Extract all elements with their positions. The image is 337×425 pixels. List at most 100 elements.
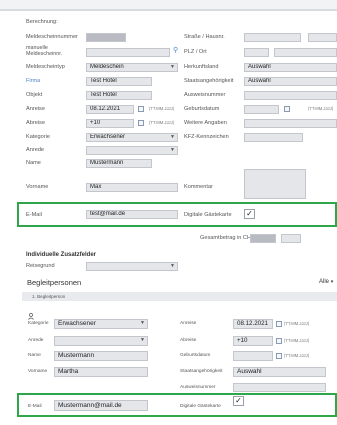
chevron-down-icon: ▼ (170, 134, 175, 140)
begleit-vorname-field[interactable]: Martha (54, 367, 148, 377)
geburtsdatum-field[interactable] (244, 105, 279, 114)
email-field[interactable]: test@mail.de (86, 210, 178, 219)
herkunftsland-label: Herkunftsland (184, 64, 219, 70)
top-header-bar (0, 0, 337, 9)
chevron-down-icon: ▾ (330, 279, 334, 285)
email-label: E-Mail (26, 212, 42, 218)
staatsangehoerigkeit-label: Staatsangehörigkeit (184, 78, 234, 84)
chevron-down-icon: ▼ (170, 64, 175, 70)
begleit-digitale-gaestekarte-checkbox[interactable]: ✓ (233, 396, 244, 406)
manuelle-meldescheinnr-label: manuelle Meldescheinnr. (26, 45, 63, 57)
digitale-gaestekarte-label: Digitale Gästekarte (184, 212, 232, 218)
gesamtbetrag-extra-field (281, 234, 301, 243)
search-icon[interactable]: ⚲ (173, 46, 178, 54)
begleit-anreise-label: Anreise (180, 321, 197, 326)
kommentar-label: Kommentar (184, 184, 213, 190)
begleit-name-label: Name (28, 353, 41, 358)
vorname-field[interactable]: Max (86, 183, 178, 192)
calendar-icon[interactable] (276, 338, 282, 344)
ausweisnummer-field[interactable] (244, 91, 337, 100)
begleit-staatsangehoerigkeit-label: Staatsangehörigkeit (180, 369, 223, 374)
objekt-label: Objekt (26, 92, 43, 98)
plz-label: PLZ / Ort (184, 49, 207, 55)
begleit-anrede-label: Anrede (28, 338, 44, 343)
chevron-down-icon: ▼ (170, 263, 175, 269)
digitale-gaestekarte-checkbox[interactable]: ✓ (244, 209, 255, 219)
hausnr-field[interactable] (308, 33, 337, 42)
alle-toggle[interactable]: Alle ▾ (319, 279, 333, 285)
firma-field[interactable]: Test Hotel (86, 77, 152, 86)
geburtsdatum-format-hint: (TT.MM.JJJJ) (308, 106, 334, 111)
begleit-digitale-gaestekarte-label: Digitale Gästekarte (180, 404, 221, 409)
gesamtbetrag-field (250, 234, 276, 243)
berechnung-label: Berechnung: (26, 19, 58, 25)
begleit-kategorie-select[interactable]: Erwachsener ▼ (54, 319, 148, 329)
begleitperson-row-header[interactable] (22, 292, 337, 301)
begleit-staatsangehoerigkeit-select[interactable]: Auswahl (233, 367, 326, 377)
vorname-label: Vorname (26, 184, 49, 190)
begleitperson-row-title: 1. Begleitperson (32, 294, 66, 299)
begleit-geburtsdatum-field[interactable] (233, 351, 273, 361)
begleit-ausweisnummer-field[interactable] (233, 383, 326, 392)
begleit-vorname-label: Vorname (28, 369, 48, 374)
calendar-icon[interactable] (138, 120, 144, 126)
begleit-anreise-field[interactable]: 08.12.2021 (233, 319, 273, 329)
objekt-field[interactable]: Test Hotel (86, 91, 152, 100)
person-add-icon[interactable] (28, 307, 35, 320)
plz-field[interactable] (244, 48, 269, 57)
reisegrund-select[interactable]: ▼ (86, 262, 178, 271)
staatsangehoerigkeit-select[interactable]: Auswahl (244, 77, 337, 86)
calendar-icon[interactable] (276, 353, 282, 359)
weitere-angaben-label: Weitere Angaben (184, 120, 227, 126)
weitere-angaben-field[interactable] (244, 119, 337, 128)
herkunftsland-select[interactable]: Auswahl (244, 63, 337, 72)
geburtsdatum-label: Geburtsdatum (184, 106, 220, 112)
chevron-down-icon: ▼ (170, 147, 175, 153)
abreise-field[interactable]: +10 (86, 119, 134, 128)
begleit-abreise-label: Abreise (180, 338, 197, 343)
meldescheintyp-label: Meldescheintyp (26, 64, 65, 70)
ort-field[interactable] (274, 48, 337, 57)
meldescheintyp-select[interactable]: Meldeschein ▼ (86, 63, 178, 72)
begleit-geburtsdatum-format-hint: (TT.MM.JJJJ) (284, 353, 310, 358)
begleit-kategorie-label: Kategorie (28, 321, 49, 326)
abreise-format-hint: (TT.MM.JJJJ) (149, 120, 175, 125)
begleit-email-label: E-Mail (28, 404, 42, 409)
calendar-icon[interactable] (284, 106, 290, 112)
name-field[interactable]: Mustermann (86, 159, 152, 168)
begleit-abreise-field[interactable]: +10 (233, 336, 273, 346)
begleit-anreise-format-hint: (TT.MM.JJJJ) (284, 321, 310, 326)
reisegrund-label: Reisegrund (26, 263, 55, 269)
anrede-label: Anrede (26, 147, 45, 153)
meldescheinnummer-field[interactable] (86, 33, 126, 42)
strasse-label: Straße / Hausnr. (184, 34, 225, 40)
name-label: Name (26, 160, 41, 166)
meldescheinnummer-label: Meldescheinnummer (26, 34, 78, 40)
abreise-label: Abreise (26, 120, 45, 126)
begleit-ausweisnummer-label: Ausweisnummer (180, 385, 216, 390)
chevron-down-icon: ▼ (140, 320, 145, 326)
firma-label: Firma (26, 78, 41, 84)
kfz-kennzeichen-label: KFZ-Kennzeichen (184, 134, 229, 140)
kfz-kennzeichen-field[interactable] (244, 133, 303, 142)
anreise-field[interactable]: 08.12.2021 (86, 105, 134, 114)
top-accent-line (0, 9, 337, 11)
zusatzfelder-heading: Individuelle Zusatzfelder (26, 252, 97, 258)
begleit-abreise-format-hint: (TT.MM.JJJJ) (284, 338, 310, 343)
anreise-label: Anreise (26, 106, 45, 112)
begleit-anrede-select[interactable]: ▼ (54, 336, 148, 346)
ausweisnummer-label: Ausweisnummer (184, 92, 226, 98)
begleitpersonen-heading: Begleitpersonen (27, 278, 82, 287)
begleit-email-field[interactable]: Mustermann@mail.de (54, 400, 148, 411)
anrede-select[interactable]: ▼ (86, 146, 178, 155)
kategorie-select[interactable]: Erwachsener ▼ (86, 133, 178, 142)
begleit-geburtsdatum-label: Geburtsdatum (180, 353, 211, 358)
kategorie-label: Kategorie (26, 134, 50, 140)
calendar-icon[interactable] (276, 321, 282, 327)
strasse-field[interactable] (244, 33, 301, 42)
begleit-name-field[interactable]: Mustermann (54, 351, 148, 361)
chevron-down-icon: ▼ (140, 337, 145, 343)
manuelle-meldescheinnr-field[interactable] (86, 48, 170, 57)
kommentar-textarea[interactable] (244, 169, 306, 199)
calendar-icon[interactable] (138, 106, 144, 112)
